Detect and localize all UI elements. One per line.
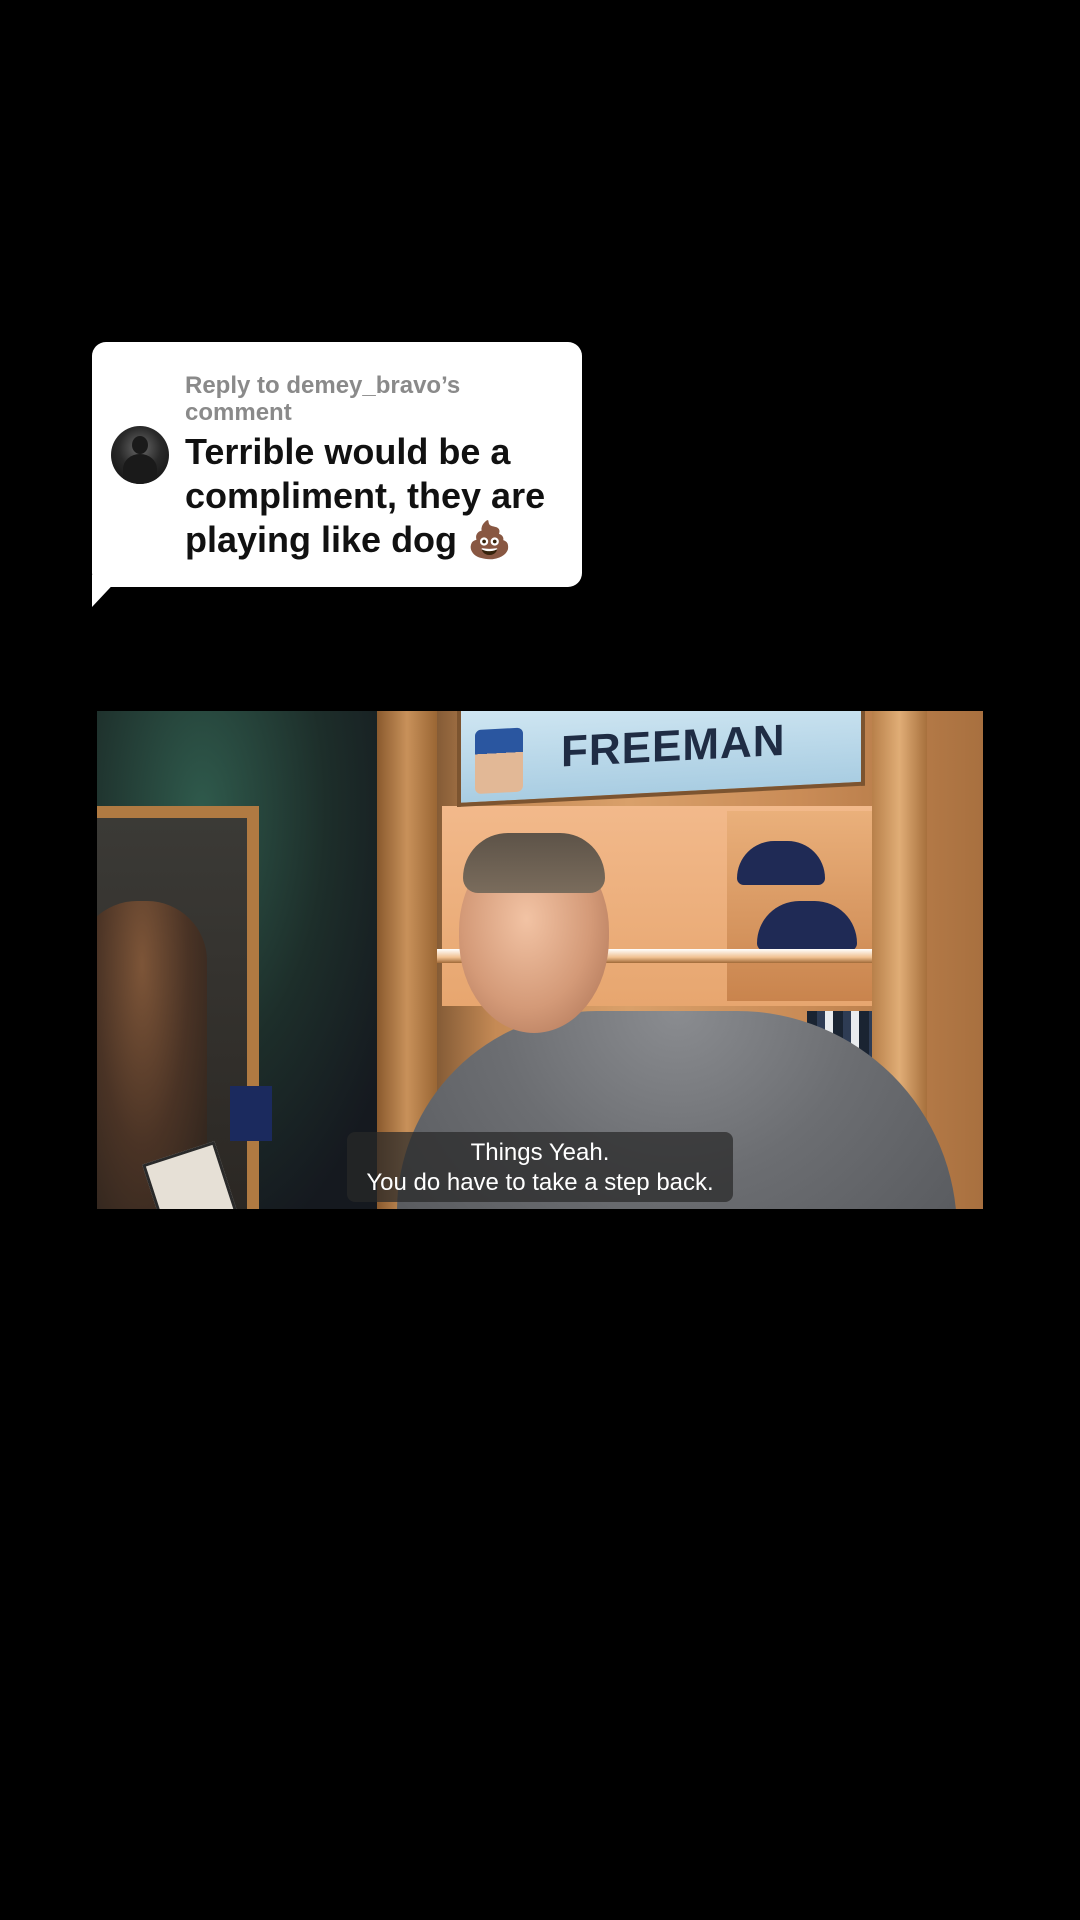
exit-sign — [230, 1086, 272, 1141]
subtitle-box: Things Yeah. You do have to take a step … — [347, 1132, 733, 1202]
video-content[interactable]: FREEMAN Things Yeah. You do have to take… — [97, 711, 983, 1209]
reply-bubble-tail — [92, 575, 122, 607]
reply-comment-bubble: Reply to demey_bravo’s comment Terrible … — [92, 342, 582, 587]
video-screen[interactable]: Reply to demey_bravo’s comment Terrible … — [0, 0, 1080, 1920]
subtitle-line-1: Things Yeah. — [470, 1139, 610, 1166]
reply-to-header: Reply to demey_bravo’s comment — [185, 372, 461, 426]
subtitle-line-2: You do have to take a step back. — [366, 1169, 714, 1196]
nameplate-text: FREEMAN — [561, 715, 786, 777]
commenter-avatar-icon — [111, 426, 169, 484]
reply-comment-text: Terrible would be a compliment, they are… — [185, 431, 546, 560]
locker-nameplate: FREEMAN — [457, 711, 865, 807]
player-hair — [463, 833, 605, 893]
nameplate-photo — [475, 727, 523, 795]
